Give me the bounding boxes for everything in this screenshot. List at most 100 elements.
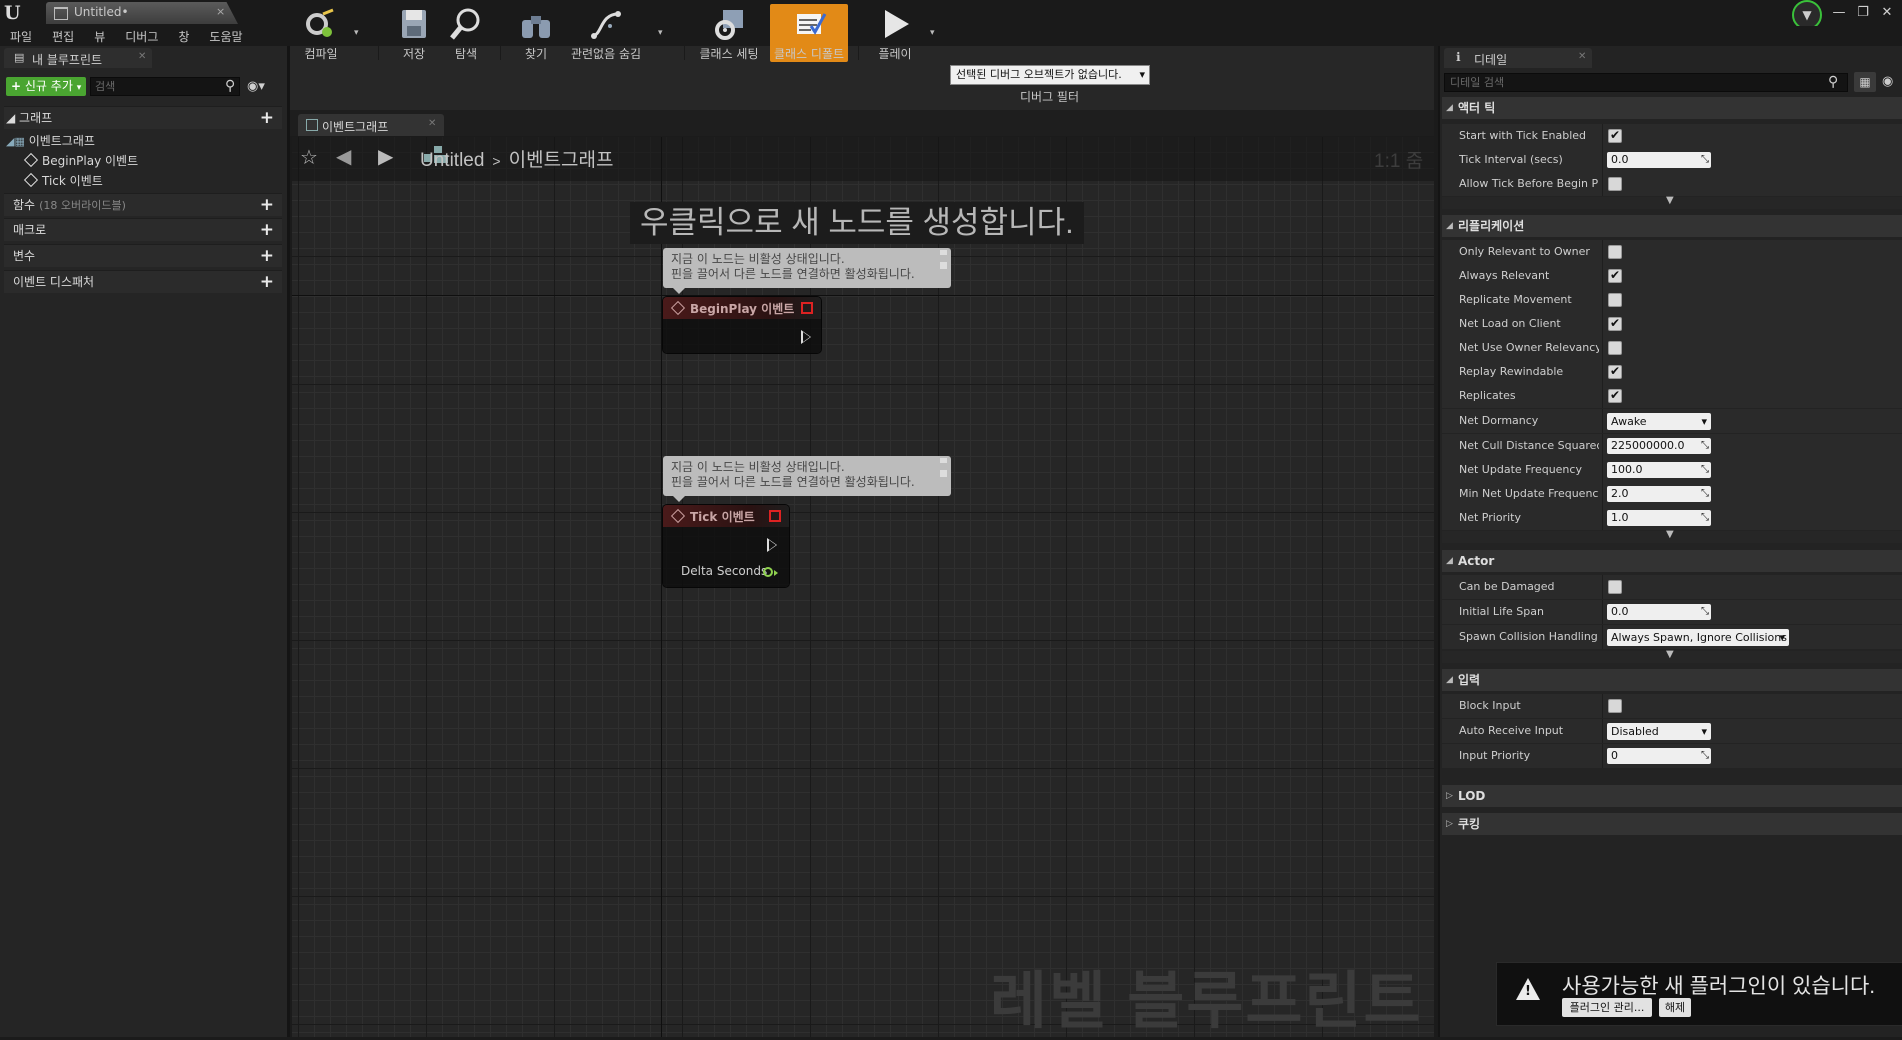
delegate-pin-icon[interactable]	[769, 510, 781, 522]
advanced-expander[interactable]: ▼	[1442, 529, 1902, 543]
close-icon[interactable]: ✕	[138, 51, 146, 62]
add-new-button[interactable]: + 신규 추가 ▾	[6, 77, 86, 96]
my-blueprint-tab[interactable]: ▤ 내 블루프린트 ✕	[4, 48, 152, 68]
net-use-owner-checkbox[interactable]	[1608, 341, 1622, 355]
initial-life-field[interactable]: 0.0	[1607, 604, 1711, 620]
minimize-button[interactable]: —	[1832, 5, 1846, 20]
breadcrumb-leaf[interactable]: 이벤트그래프	[509, 150, 614, 171]
view-options-icon[interactable]: ◉▾	[247, 79, 265, 94]
always-relevant-checkbox[interactable]	[1608, 268, 1622, 283]
save-button[interactable]: 저장	[394, 4, 434, 62]
forward-arrow-icon[interactable]: ▶	[378, 144, 393, 168]
add-dispatcher-button[interactable]: +	[260, 271, 274, 293]
event-node-beginplay[interactable]: BeginPlay 이벤트	[663, 297, 821, 353]
details-tab[interactable]: ℹ 디테일 ✕	[1444, 48, 1592, 68]
only-relevant-checkbox[interactable]	[1608, 245, 1622, 259]
find-button[interactable]: 찾기	[516, 4, 556, 62]
block-input-checkbox[interactable]	[1608, 699, 1622, 713]
document-tab[interactable]: Untitled• ×	[46, 2, 238, 24]
class-settings-button[interactable]: 클래스 세팅	[696, 4, 762, 62]
search-icon[interactable]: ⚲	[225, 78, 235, 94]
property-matrix-icon[interactable]: ▦	[1854, 72, 1876, 92]
blueprint-search-input[interactable]: 검색	[90, 77, 240, 96]
can-be-damaged-checkbox[interactable]	[1608, 580, 1622, 594]
close-icon[interactable]: ✕	[428, 118, 436, 129]
min-net-update-field[interactable]: 2.0	[1607, 486, 1711, 502]
favorite-star-icon[interactable]: ☆	[300, 145, 318, 169]
hide-unrelated-options-icon[interactable]: ▾	[658, 28, 663, 38]
start-with-tick-checkbox[interactable]	[1608, 128, 1622, 143]
browse-button[interactable]: 탐색	[446, 4, 486, 62]
restore-button[interactable]: ❐	[1856, 5, 1870, 20]
pin-icon[interactable]	[939, 458, 948, 478]
dispatchers-section[interactable]: 이벤트 디스패처 +	[4, 270, 282, 293]
event-icon	[23, 152, 39, 168]
search-icon[interactable]: ⚲	[1828, 74, 1838, 90]
category-replication[interactable]: ◢ 리플리케이션	[1442, 215, 1902, 237]
exec-output-pin[interactable]	[767, 538, 777, 552]
net-cull-field[interactable]: 225000000.0	[1607, 438, 1711, 454]
menu-view[interactable]: 뷰	[84, 26, 115, 46]
net-dormancy-select[interactable]: Awake	[1607, 413, 1711, 430]
replicate-movement-checkbox[interactable]	[1608, 293, 1622, 307]
add-function-button[interactable]: +	[260, 194, 274, 216]
advanced-expander[interactable]: ▼	[1442, 195, 1902, 209]
tab-event-graph[interactable]: 이벤트그래프 ✕	[298, 114, 444, 136]
add-variable-button[interactable]: +	[260, 245, 274, 267]
allow-tick-checkbox[interactable]	[1608, 177, 1622, 191]
event-item-beginplay[interactable]: BeginPlay 이벤트	[23, 152, 138, 169]
variables-section[interactable]: 변수 +	[4, 244, 282, 267]
replay-rewindable-checkbox[interactable]	[1608, 364, 1622, 379]
net-load-checkbox[interactable]	[1608, 316, 1622, 331]
class-defaults-button[interactable]: 클래스 디폴트	[770, 4, 848, 62]
category-input[interactable]: ◢ 입력	[1442, 669, 1902, 691]
pin-icon[interactable]	[939, 250, 948, 270]
add-graph-button[interactable]: +	[260, 107, 274, 129]
input-priority-field[interactable]: 0	[1607, 748, 1711, 764]
debug-object-select[interactable]: 선택된 디버그 오브젝트가 없습니다. ▾	[950, 65, 1150, 85]
manage-plugins-button[interactable]: 플러그인 관리...	[1562, 998, 1652, 1017]
compile-options-icon[interactable]: ▾	[354, 28, 359, 38]
close-icon[interactable]: ✕	[1578, 51, 1586, 62]
replicates-checkbox[interactable]	[1608, 388, 1622, 403]
category-lod[interactable]: ▷ LOD	[1442, 785, 1902, 807]
breadcrumb-root[interactable]: Untitled	[420, 150, 484, 171]
advanced-expander[interactable]: ▼	[1442, 649, 1902, 663]
category-actor-tick[interactable]: ◢ 액터 틱	[1442, 97, 1902, 119]
macros-section[interactable]: 매크로 +	[4, 218, 282, 241]
delegate-pin-icon[interactable]	[801, 302, 813, 314]
event-item-tick[interactable]: Tick 이벤트	[23, 172, 103, 189]
category-cooking[interactable]: ▷ 쿠킹	[1442, 813, 1902, 835]
net-update-field[interactable]: 100.0	[1607, 462, 1711, 478]
details-search-input[interactable]: 디테일 검색	[1444, 73, 1848, 92]
toolbar-divider	[378, 6, 379, 60]
chevron-down-icon: ▼	[1666, 195, 1674, 206]
dismiss-button[interactable]: 해제	[1659, 998, 1691, 1017]
auto-receive-input-select[interactable]: Disabled	[1607, 723, 1711, 740]
event-graph-item[interactable]: ◢▦ 이벤트그래프	[6, 132, 95, 149]
play-button[interactable]: 플레이	[870, 4, 920, 62]
graphs-section[interactable]: ◢ 그래프 +	[4, 106, 282, 129]
menu-debug[interactable]: 디버그	[115, 26, 168, 46]
comment-line-2: 핀을 끌어서 다른 노드를 연결하면 활성화됩니다.	[671, 267, 915, 281]
view-options-icon[interactable]: ◉	[1882, 74, 1893, 89]
exec-output-pin[interactable]	[801, 330, 811, 344]
menu-file[interactable]: 파일	[0, 26, 42, 46]
play-options-icon[interactable]: ▾	[930, 28, 935, 38]
menu-edit[interactable]: 편집	[42, 26, 84, 46]
functions-section[interactable]: 함수 (18 오버라이드블) +	[4, 193, 282, 216]
menu-help[interactable]: 도움말	[199, 26, 252, 46]
menu-window[interactable]: 창	[168, 26, 199, 46]
delta-seconds-pin[interactable]	[763, 567, 778, 577]
event-node-tick[interactable]: Tick 이벤트 Delta Seconds	[663, 505, 789, 587]
back-arrow-icon[interactable]: ◀	[336, 144, 351, 168]
close-window-button[interactable]: ✕	[1880, 5, 1894, 20]
close-tab-icon[interactable]: ×	[216, 5, 225, 18]
hide-unrelated-button[interactable]: 관련없음 숨김	[568, 4, 644, 62]
net-priority-field[interactable]: 1.0	[1607, 510, 1711, 526]
add-macro-button[interactable]: +	[260, 219, 274, 241]
compile-button[interactable]: 컴파일	[296, 4, 346, 62]
tick-interval-field[interactable]: 0.0	[1607, 152, 1711, 168]
spawn-collision-select[interactable]: Always Spawn, Ignore Collisions	[1607, 629, 1789, 646]
category-actor[interactable]: ◢ Actor	[1442, 550, 1902, 572]
